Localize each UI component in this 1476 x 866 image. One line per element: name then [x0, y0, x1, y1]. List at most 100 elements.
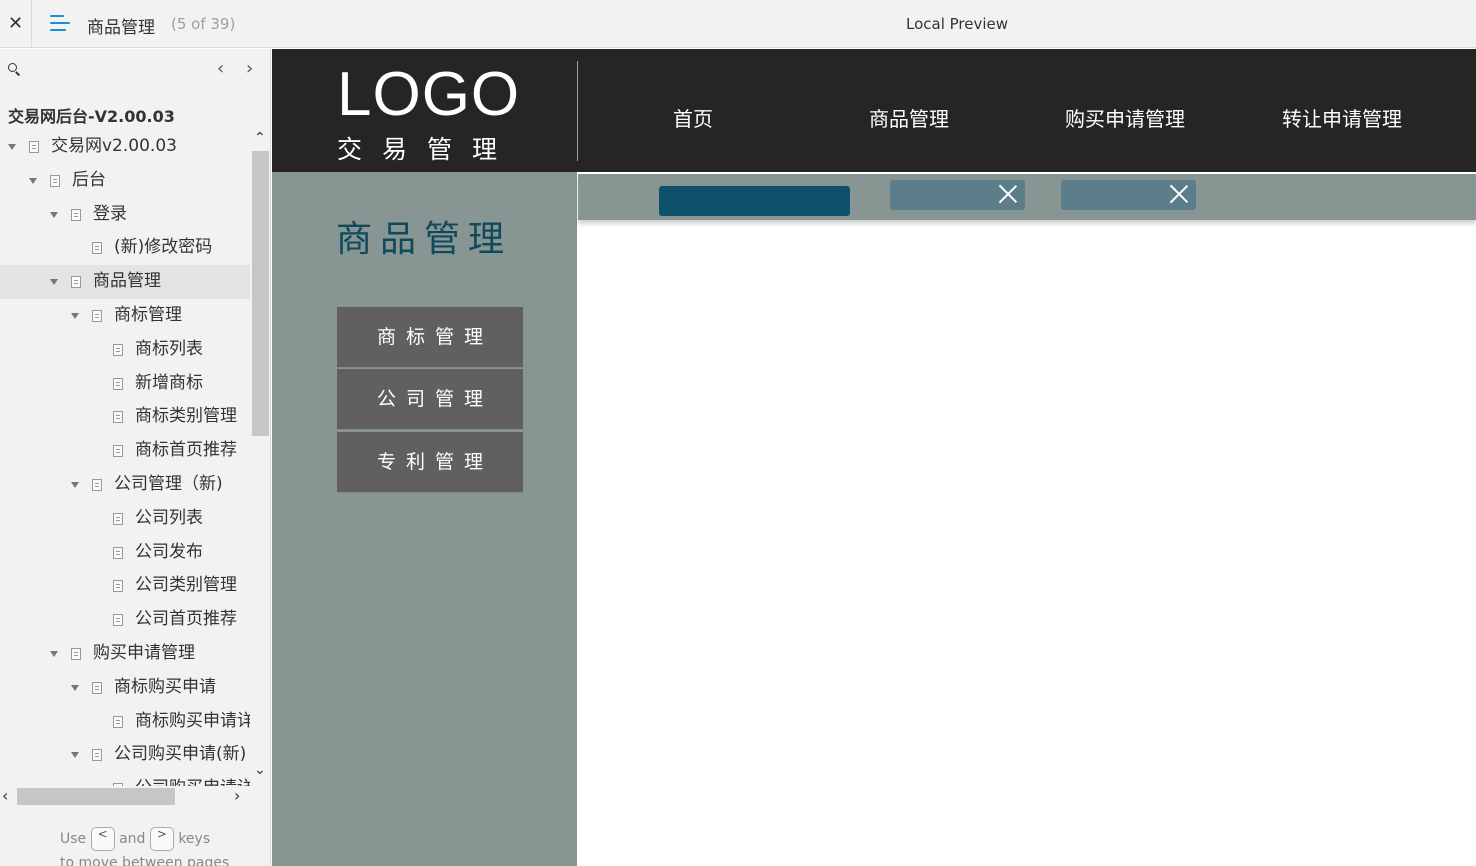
tree-item-label: 购买申请管理: [93, 642, 195, 663]
tree-item[interactable]: 公司列表: [0, 502, 250, 536]
tree-item[interactable]: 公司管理（新): [0, 468, 250, 502]
scroll-up-icon[interactable]: ⌃: [254, 130, 266, 146]
tree-item-label: 公司购买申请(新): [114, 744, 247, 765]
scroll-right-icon[interactable]: ›: [234, 786, 240, 805]
tree-item[interactable]: 商标列表: [0, 333, 250, 367]
nav-product-management[interactable]: 商品管理: [869, 103, 949, 132]
tree-item[interactable]: 公司购买申请详: [0, 772, 250, 786]
tree-item[interactable]: 商标购买申请详: [0, 705, 250, 739]
project-title: 交易网后台-V2.00.03: [8, 107, 175, 126]
tree-item-label: 公司购买申请详: [135, 772, 250, 786]
scroll-left-icon[interactable]: ‹: [2, 786, 8, 805]
tree-item-label: 商标类别管理: [135, 406, 237, 427]
menu-trademark-management[interactable]: 商标管理: [337, 307, 523, 368]
caret-down-icon[interactable]: [50, 211, 58, 218]
preview-canvas: LOGO 交易管理 首页 商品管理 购买申请管理 转让申请管理 商品管理 商标管…: [272, 49, 1476, 866]
page-icon: [113, 715, 123, 728]
tree-item[interactable]: 商标类别管理: [0, 400, 250, 434]
caret-down-icon[interactable]: [29, 177, 37, 184]
page-icon: [113, 580, 123, 593]
tree-item-label: 商品管理: [93, 271, 161, 292]
tree-item-label: 商标购买申请: [114, 676, 216, 697]
horizontal-scrollbar[interactable]: ‹ ›: [0, 786, 250, 806]
tree-item[interactable]: 公司类别管理: [0, 569, 250, 603]
page-icon: [92, 478, 102, 491]
page-count: (5 of 39): [171, 15, 236, 33]
nav-purchase-requests[interactable]: 购买申请管理: [1065, 103, 1185, 132]
tree-item[interactable]: 商标购买申请: [0, 671, 250, 705]
preview-label: Local Preview: [906, 15, 1009, 33]
tree-item[interactable]: 商标管理: [0, 299, 250, 333]
tree-item-label: 公司类别管理: [135, 575, 237, 596]
menu-company-management[interactable]: 公司管理: [337, 369, 523, 430]
nav-transfer-requests[interactable]: 转让申请管理: [1282, 103, 1402, 132]
sitemap-menu-icon[interactable]: [50, 15, 70, 33]
sitemap-sidebar: ‹ › 交易网后台-V2.00.03 交易网v2.00.03 后台登录 (新)修改密…: [0, 49, 271, 866]
caret-down-icon[interactable]: [8, 144, 16, 150]
next-page-icon[interactable]: ›: [246, 58, 253, 79]
tab-active[interactable]: [659, 186, 850, 216]
tree-item-label: 公司首页推荐: [135, 609, 237, 630]
tree-item-label: (新)修改密码: [114, 237, 213, 258]
tree-item-label: 商标首页推荐: [135, 440, 237, 461]
page-icon: [113, 445, 123, 458]
tree-item[interactable]: 交易网v2.00.03: [0, 130, 250, 164]
tree-item-label: 商标管理: [114, 304, 182, 325]
caret-down-icon[interactable]: [71, 752, 79, 759]
tree-item[interactable]: 公司购买申请(新): [0, 738, 250, 772]
tree-item[interactable]: 后台: [0, 164, 250, 198]
page-icon: [92, 309, 102, 322]
tree-item[interactable]: (新)修改密码: [0, 231, 250, 265]
content-area: [578, 172, 1476, 866]
close-tab-icon[interactable]: [998, 184, 1018, 204]
page-title: 商品管理: [87, 18, 155, 38]
caret-down-icon[interactable]: [50, 650, 58, 657]
close-icon[interactable]: ✕: [0, 0, 32, 48]
hint-and: and: [119, 831, 146, 847]
site-header: LOGO 交易管理 首页 商品管理 购买申请管理 转让申请管理: [272, 49, 1476, 172]
tree-item-label: 商标列表: [135, 338, 203, 359]
tree-item-label: 公司管理（新): [114, 473, 223, 494]
tree-item[interactable]: 公司首页推荐: [0, 603, 250, 637]
caret-down-icon[interactable]: [71, 312, 79, 319]
page-icon: [71, 208, 81, 221]
left-key-icon: <: [90, 827, 115, 851]
page-icon: [92, 749, 102, 762]
page-icon: [50, 174, 60, 187]
page-icon: [113, 614, 123, 627]
header-divider: [577, 61, 578, 161]
tree-item[interactable]: 新增商标: [0, 367, 250, 401]
caret-down-icon[interactable]: [71, 481, 79, 488]
tree-item-label: 商标购买申请详: [135, 710, 250, 731]
caret-down-icon[interactable]: [71, 684, 79, 691]
page-icon: [113, 377, 123, 390]
logo-subtitle: 交易管理: [337, 135, 518, 164]
page-tree: 交易网v2.00.03 后台登录 (新)修改密码商品管理商标管理商标列表新增商标商标…: [0, 130, 250, 786]
tree-item-label: 登录: [93, 203, 127, 224]
nav-home[interactable]: 首页: [673, 103, 713, 132]
tree-item[interactable]: 购买申请管理: [0, 637, 250, 671]
tab-2[interactable]: [890, 180, 1025, 210]
tree-item[interactable]: 登录: [0, 198, 250, 232]
tree-item[interactable]: 商品管理: [0, 265, 250, 299]
tree-item-label: 交易网v2.00.03: [51, 136, 177, 156]
tab-3[interactable]: [1061, 180, 1196, 210]
scroll-down-icon[interactable]: ⌄: [254, 762, 266, 778]
tree-item[interactable]: 商标首页推荐: [0, 434, 250, 468]
scroll-thumb[interactable]: [252, 151, 269, 436]
top-bar: ✕ 商品管理 (5 of 39) Local Preview: [0, 0, 1476, 48]
page-icon: [92, 242, 102, 255]
caret-down-icon[interactable]: [50, 279, 58, 286]
page-icon: [71, 647, 81, 660]
search-icon[interactable]: [8, 63, 21, 76]
scroll-thumb-horizontal[interactable]: [17, 788, 175, 805]
keyboard-hint-line2: to move between pages: [60, 855, 230, 866]
vertical-scrollbar[interactable]: ⌃ ⌄: [250, 130, 270, 786]
keyboard-hint: Use < and > keys: [60, 827, 210, 851]
page-icon: [71, 276, 81, 289]
previous-page-icon[interactable]: ‹: [217, 58, 224, 79]
logo[interactable]: LOGO: [337, 59, 520, 130]
close-tab-icon[interactable]: [1169, 184, 1189, 204]
menu-patent-management[interactable]: 专利管理: [337, 432, 523, 493]
tree-item[interactable]: 公司发布: [0, 536, 250, 570]
